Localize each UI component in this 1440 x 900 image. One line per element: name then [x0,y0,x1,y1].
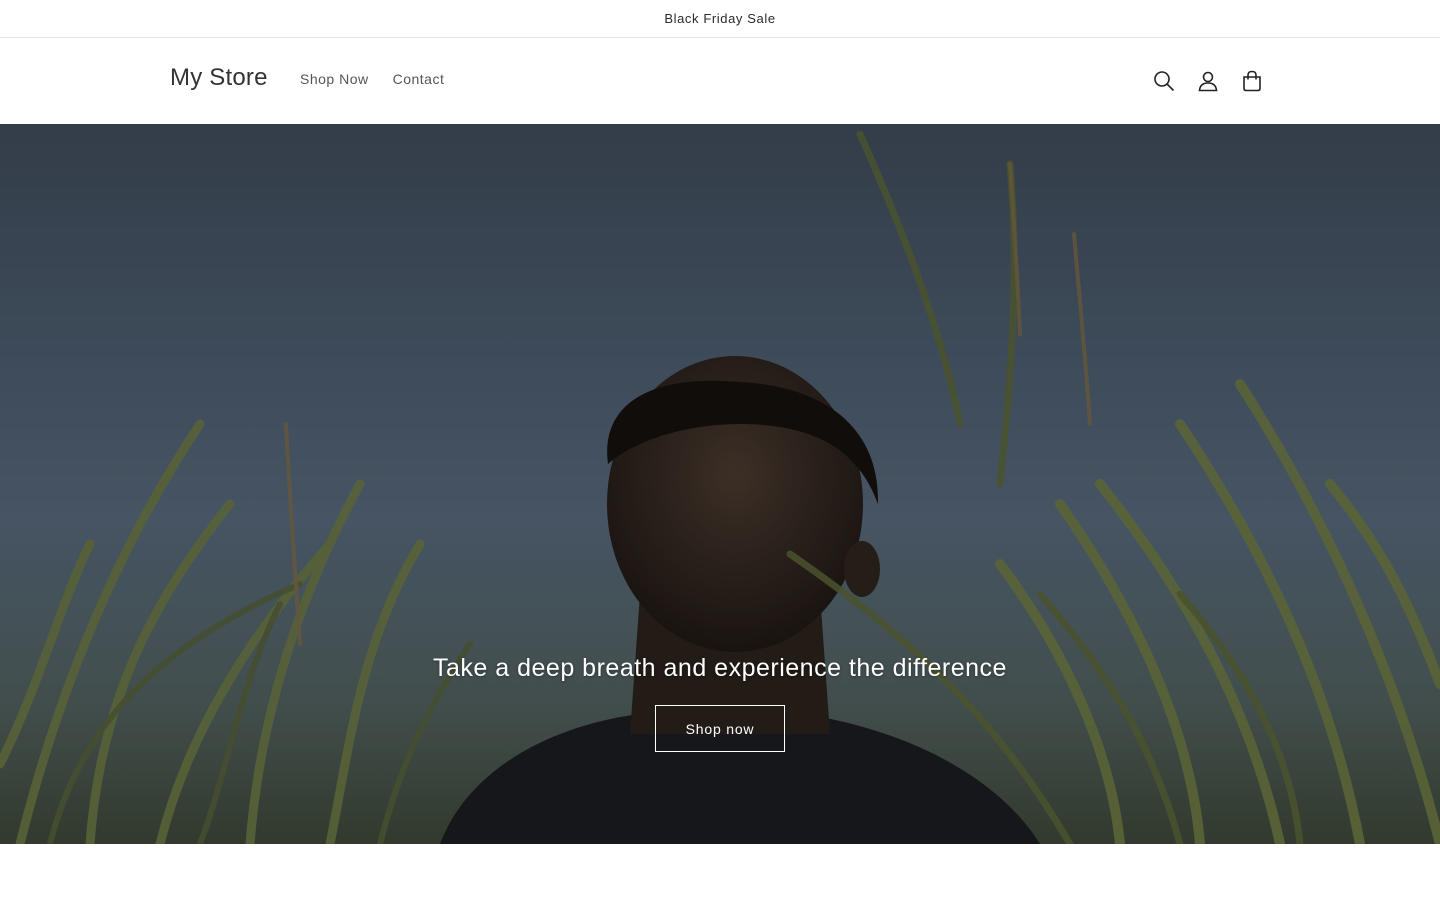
cart-icon [1243,70,1261,92]
search-icon [1154,71,1175,92]
announcement-bar: Black Friday Sale [0,0,1440,38]
hero-banner: Take a deep breath and experience the di… [0,124,1440,844]
hero-heading: Take a deep breath and experience the di… [433,654,1007,682]
search-button[interactable] [1142,59,1186,103]
main-nav: Shop Now Contact [288,71,456,87]
account-button[interactable] [1186,59,1230,103]
nav-link-shop-now[interactable]: Shop Now [288,71,381,87]
announcement-text: Black Friday Sale [664,11,776,26]
store-logo[interactable]: My Store [170,64,268,92]
account-icon [1198,71,1218,92]
hero-content: Take a deep breath and experience the di… [0,654,1440,752]
site-header: My Store Shop Now Contact [0,39,1440,124]
shop-now-button[interactable]: Shop now [655,705,785,752]
nav-link-contact[interactable]: Contact [381,71,457,87]
header-icons [1142,59,1274,103]
cart-button[interactable] [1230,59,1274,103]
